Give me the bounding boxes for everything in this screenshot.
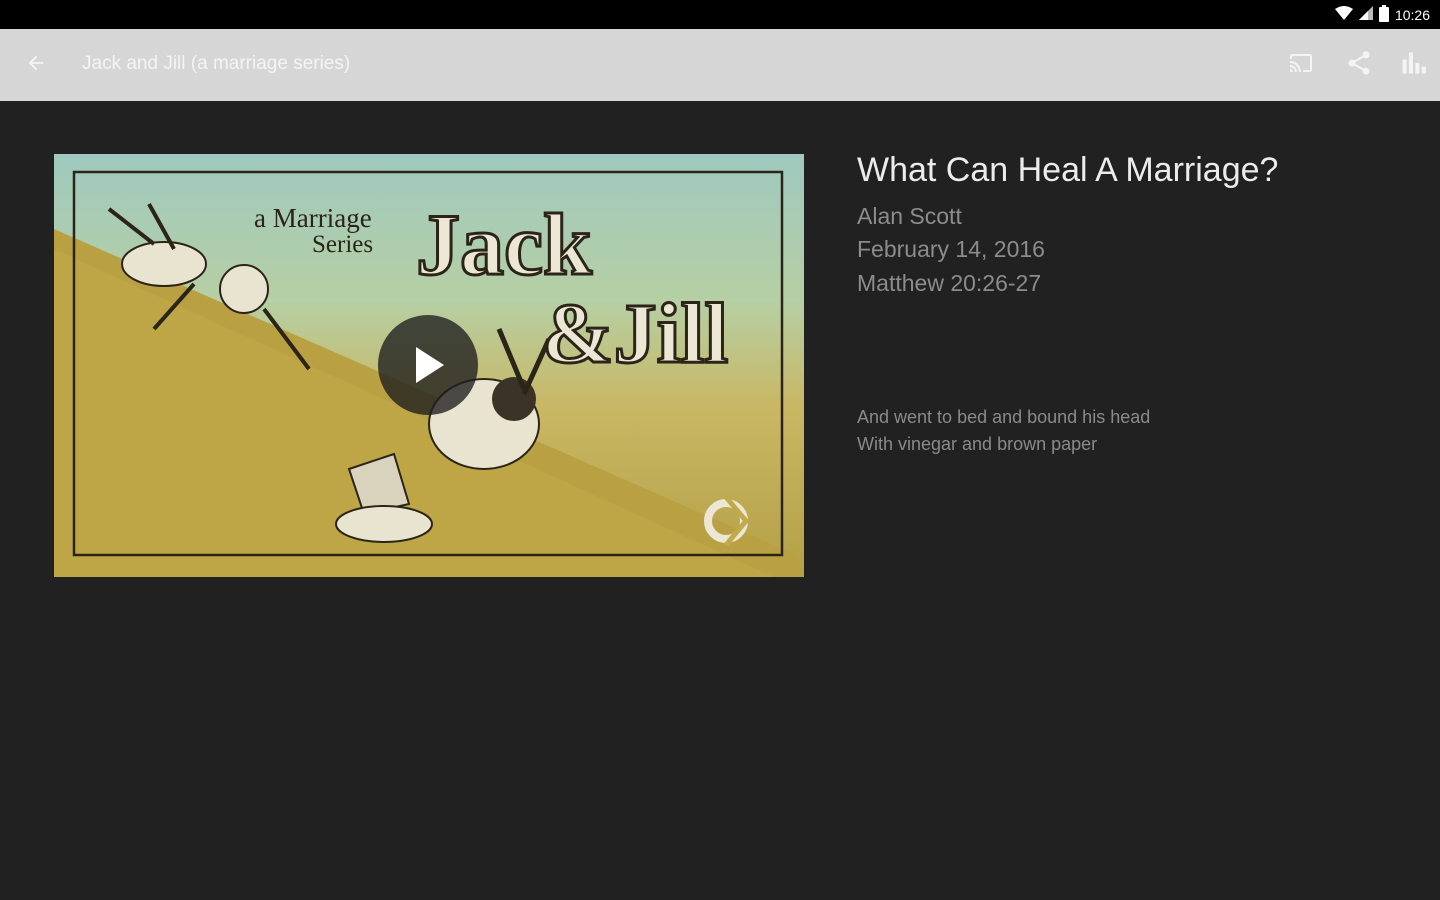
artwork-line-1: a Marriage: [254, 203, 372, 233]
series-artwork: a Marriage Series Jack &Jill: [54, 154, 804, 577]
artwork-line-3: Jack: [416, 197, 592, 294]
sermon-title: What Can Heal A Marriage?: [857, 151, 1279, 189]
share-icon: [1345, 49, 1373, 82]
sermon-description-line-2: With vinegar and brown paper: [857, 434, 1098, 454]
cast-button[interactable]: [1279, 43, 1323, 87]
wifi-icon: [1334, 6, 1353, 23]
play-icon: [408, 343, 448, 387]
back-button[interactable]: [14, 43, 58, 87]
status-icons: 10:26: [1334, 4, 1430, 25]
sermon-description-line-1: And went to bed and bound his head: [857, 407, 1151, 427]
signal-icon: [1358, 6, 1373, 23]
artwork-line-2: Series: [312, 231, 373, 258]
stats-button[interactable]: [1391, 43, 1435, 87]
sermon-detail: a Marriage Series Jack &Jill What Can He…: [0, 101, 1440, 900]
play-button[interactable]: [378, 315, 478, 415]
bar-chart-icon: [1399, 49, 1427, 82]
status-bar: 10:26: [0, 0, 1440, 29]
artwork-line-4: &Jill: [542, 285, 728, 381]
battery-icon: [1378, 4, 1389, 25]
sermon-date: February 14, 2016: [857, 236, 1045, 262]
share-button[interactable]: [1337, 43, 1381, 87]
app-bar-title: Jack and Jill (a marriage series): [82, 53, 351, 74]
sermon-scripture: Matthew 20:26-27: [857, 270, 1042, 296]
app-bar: Jack and Jill (a marriage series): [0, 29, 1440, 101]
status-time: 10:26: [1394, 6, 1430, 23]
cast-icon: [1287, 51, 1315, 80]
arrow-back-icon: [25, 52, 47, 79]
sermon-speaker: Alan Scott: [857, 203, 962, 229]
